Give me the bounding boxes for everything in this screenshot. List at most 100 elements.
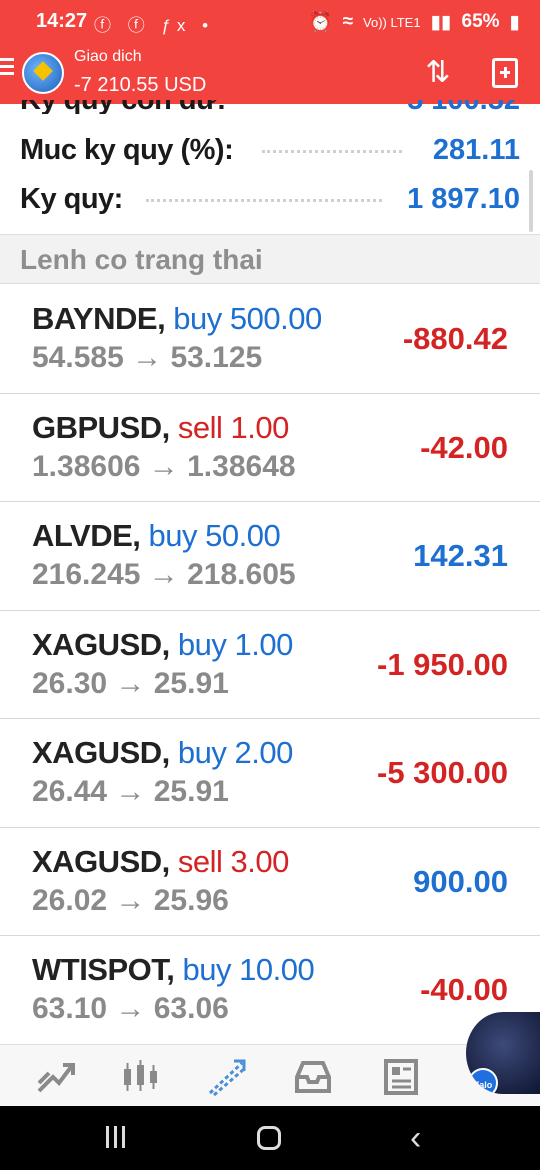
position-action: sell xyxy=(177,843,223,879)
position-space xyxy=(222,301,230,336)
position-title: GBPUSD, sell 1.00 xyxy=(32,410,289,446)
position-title: XAGUSD, sell 3.00 xyxy=(32,844,289,880)
position-title: WTISPOT, buy 10.00 xyxy=(32,952,315,988)
dot-leader xyxy=(262,150,402,153)
toolbar: Giao dich -7 210.55 USD ⇅ xyxy=(0,42,540,104)
wifi-icon: ≈ xyxy=(342,11,354,32)
arrow-right-icon: → xyxy=(107,666,154,700)
position-symbol: GBPUSD xyxy=(32,409,162,445)
battery-text: 65% xyxy=(461,11,500,32)
position-prices: 26.30 → 25.91 xyxy=(32,667,229,701)
home-icon[interactable] xyxy=(257,1126,281,1150)
position-volume: 1.00 xyxy=(230,409,290,445)
position-title: BAYNDE, buy 500.00 xyxy=(32,301,322,337)
position-prices: 54.585 → 53.125 xyxy=(32,341,262,375)
current-price: 1.38648 xyxy=(187,449,296,483)
back-icon[interactable]: ‹ xyxy=(410,1121,421,1155)
position-symbol: ALVDE xyxy=(32,518,133,553)
section-title: Lenh co trang thai xyxy=(20,244,263,275)
arrow-right-icon: → xyxy=(140,449,188,483)
open-price: 1.38606 xyxy=(32,449,141,483)
position-symbol: XAGUSD xyxy=(32,735,162,770)
position-action: buy xyxy=(177,626,227,662)
margin-row: Ky quy: 1 897.10 xyxy=(0,173,540,223)
system-nav-bar: ‹ xyxy=(0,1106,540,1170)
status-right: ⏰ ≈ Vo)) LTE1 ▮▮ 65% ▮ xyxy=(309,10,520,34)
recent-apps-icon[interactable] xyxy=(106,1126,130,1150)
position-volume: 3.00 xyxy=(230,843,290,879)
open-price: 26.44 xyxy=(32,775,108,808)
account-balance: -7 210.55 USD xyxy=(74,74,207,96)
position-action: buy xyxy=(148,518,198,553)
notification-icons: ⓕ ⓕ ƒx • xyxy=(94,16,215,35)
status-bar: 14:27 ⓕ ⓕ ƒx • ⏰ ≈ Vo)) LTE1 ▮▮ 65% ▮ xyxy=(0,0,540,42)
position-row[interactable]: WTISPOT, buy 10.00 63.10 → 63.06 -40.00 xyxy=(0,936,540,1045)
margin-level-value: 281.11 xyxy=(432,134,520,166)
free-margin-label: Ky quy con dư: xyxy=(20,100,226,114)
position-profit: 900.00 xyxy=(413,863,508,899)
status-time: 14:27 xyxy=(36,10,88,32)
position-symbol: XAGUSD xyxy=(32,843,162,879)
position-action: buy xyxy=(182,952,232,987)
quotes-icon[interactable] xyxy=(33,1055,77,1099)
dot-leader xyxy=(146,199,382,202)
position-row[interactable]: BAYNDE, buy 500.00 54.585 → 53.125 -880.42 xyxy=(0,285,540,394)
trade-icon[interactable] xyxy=(204,1055,248,1099)
position-row[interactable]: ALVDE, buy 50.00 216.245 → 218.605 142.31 xyxy=(0,502,540,611)
arrow-right-icon: → xyxy=(140,558,188,591)
position-prices: 63.10 → 63.06 xyxy=(32,992,229,1026)
news-icon[interactable] xyxy=(378,1055,422,1099)
current-price: 25.91 xyxy=(153,775,229,808)
position-symbol: XAGUSD xyxy=(32,626,162,662)
position-row[interactable]: XAGUSD, buy 2.00 26.44 → 25.91 -5 300.00 xyxy=(0,719,540,828)
position-space xyxy=(222,410,230,445)
current-price: 218.605 xyxy=(187,558,296,591)
scrollbar[interactable] xyxy=(529,170,533,232)
position-separator: , xyxy=(161,843,178,879)
chart-candles-icon[interactable] xyxy=(118,1055,162,1099)
signal-icon: ▮▮ xyxy=(430,11,452,33)
current-price: 53.125 xyxy=(170,341,263,374)
arrow-right-icon: → xyxy=(107,883,154,917)
open-price: 54.585 xyxy=(32,341,124,374)
alarm-icon: ⏰ xyxy=(308,12,333,33)
open-price: 26.02 xyxy=(32,883,108,917)
battery-icon: ▮ xyxy=(509,11,520,33)
margin-level-label: Muc ky quy (%): xyxy=(20,134,234,166)
position-space xyxy=(197,518,205,553)
position-prices: 26.44 → 25.91 xyxy=(32,775,229,809)
position-title: XAGUSD, buy 1.00 xyxy=(32,627,293,663)
current-price: 63.06 xyxy=(153,992,229,1025)
current-price: 25.96 xyxy=(153,883,229,917)
position-action: sell xyxy=(177,409,223,445)
position-profit: -40.00 xyxy=(420,972,508,1007)
position-prices: 216.245 → 218.605 xyxy=(32,558,296,592)
position-profit: 142.31 xyxy=(413,538,508,573)
new-order-icon[interactable] xyxy=(492,58,518,88)
app-header: 14:27 ⓕ ⓕ ƒx • ⏰ ≈ Vo)) LTE1 ▮▮ 65% ▮ Gi… xyxy=(0,0,540,104)
position-volume: 500.00 xyxy=(229,301,322,336)
zalo-badge: Zalo xyxy=(468,1068,498,1094)
position-title: XAGUSD, buy 2.00 xyxy=(32,735,293,771)
open-price: 26.30 xyxy=(32,666,108,700)
position-space xyxy=(222,844,230,879)
position-volume: 10.00 xyxy=(239,952,315,987)
position-symbol: WTISPOT xyxy=(32,952,167,987)
network-label: Vo)) LTE1 xyxy=(363,14,421,30)
sort-arrows-icon[interactable]: ⇅ xyxy=(418,56,458,90)
position-row[interactable]: GBPUSD, sell 1.00 1.38606 → 1.38648 -42.00 xyxy=(0,393,540,502)
position-row[interactable]: XAGUSD, sell 3.00 26.02 → 25.96 900.00 xyxy=(0,827,540,936)
zalo-chat-bubble[interactable]: Zalo xyxy=(466,1012,540,1094)
hamburger-icon[interactable] xyxy=(0,58,14,76)
position-row[interactable]: XAGUSD, buy 1.00 26.30 → 25.91 -1 950.00 xyxy=(0,610,540,719)
arrow-right-icon: → xyxy=(107,992,154,1025)
position-profit: -42.00 xyxy=(420,429,508,465)
position-separator: , xyxy=(161,409,178,445)
margin-label: Ky quy: xyxy=(20,183,123,215)
open-price: 216.245 xyxy=(32,558,141,591)
app-logo-icon xyxy=(22,52,64,94)
position-profit: -1 950.00 xyxy=(377,646,508,682)
position-volume: 2.00 xyxy=(234,735,293,770)
history-inbox-icon[interactable] xyxy=(291,1055,335,1099)
position-volume: 50.00 xyxy=(205,518,281,553)
